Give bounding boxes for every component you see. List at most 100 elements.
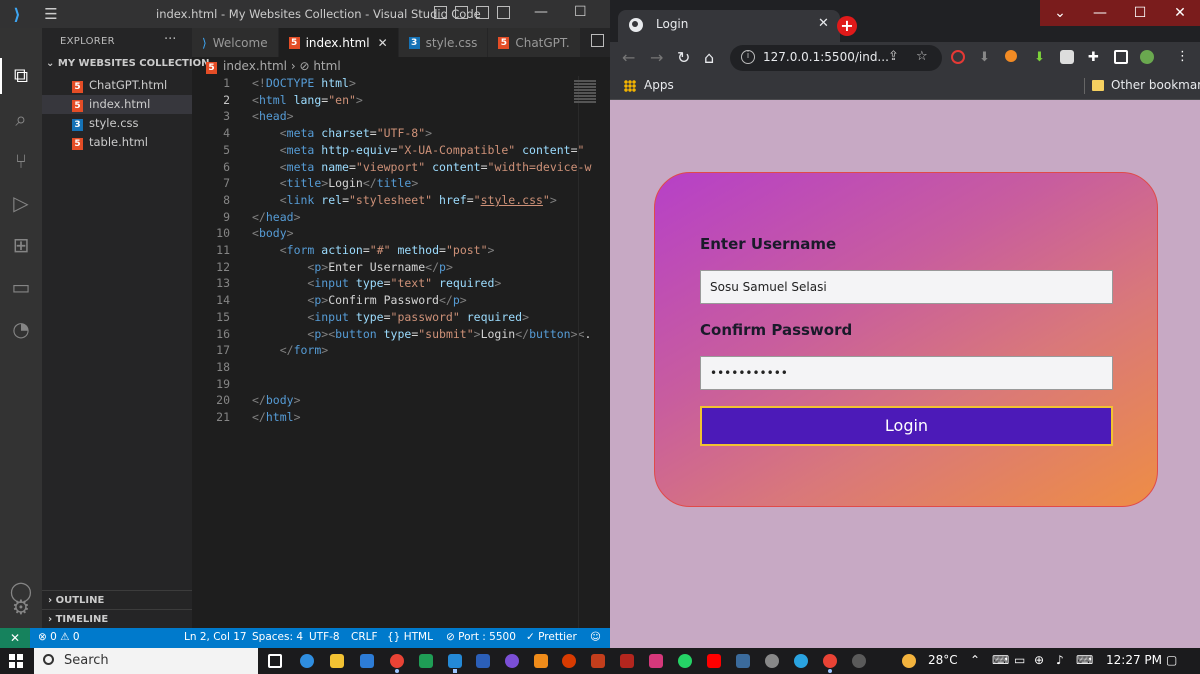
more-actions-icon[interactable]: ··· (164, 32, 176, 47)
home-icon[interactable]: ⌂ (704, 48, 714, 67)
line-ending[interactable]: CRLF (351, 631, 378, 643)
settings-gear-icon[interactable]: ⚙ (8, 594, 34, 620)
encoding[interactable]: UTF-8 (309, 631, 340, 643)
file-item-index[interactable]: 5 index.html (42, 95, 192, 114)
powerpoint-icon[interactable] (591, 654, 605, 668)
maximize-icon[interactable]: ☐ (1120, 0, 1160, 26)
feedback-icon[interactable]: ☺ (590, 631, 601, 643)
chrome-taskbar-icon[interactable] (390, 654, 404, 668)
telegram-icon[interactable] (794, 654, 808, 668)
tab-chatgpt[interactable]: 5 ChatGPT. (488, 28, 581, 57)
word-icon[interactable] (476, 654, 490, 668)
file-item-style[interactable]: 3 style.css (42, 114, 192, 133)
weather-icon[interactable] (902, 654, 916, 668)
breadcrumb-node[interactable]: html (313, 59, 340, 73)
minimap[interactable] (574, 80, 596, 116)
extension-off-icon[interactable] (1060, 50, 1074, 64)
sidebar-panel-icon[interactable] (1114, 50, 1128, 64)
file-explorer-icon[interactable] (330, 654, 344, 668)
chrome-active-icon[interactable] (852, 654, 866, 668)
source-control-icon[interactable]: ⑂ (8, 148, 34, 174)
download-extension-icon[interactable]: ⬇ (979, 50, 990, 65)
file-item-table[interactable]: 5 table.html (42, 133, 192, 152)
timeline-section[interactable]: › TIMELINE (42, 609, 192, 628)
task-view-icon[interactable] (268, 654, 282, 668)
photos-icon[interactable] (736, 654, 750, 668)
close-tab-icon[interactable]: ✕ (378, 36, 388, 50)
vlc-icon[interactable] (534, 654, 548, 668)
browser-tab-login[interactable]: Login ✕ (618, 10, 840, 42)
remote-explorer-icon[interactable]: ▭ (8, 274, 34, 300)
minimize-icon[interactable]: — (534, 4, 548, 20)
cursor-position[interactable]: Ln 2, Col 17 (184, 631, 247, 643)
battery-icon[interactable]: ▭ (1014, 653, 1025, 667)
extensions-puzzle-icon[interactable]: ✚ (1088, 50, 1099, 65)
edge-icon[interactable] (300, 654, 314, 668)
file-item-chatgpt[interactable]: 5 ChatGPT.html (42, 76, 192, 95)
prettier-status[interactable]: ✓ Prettier (526, 631, 577, 643)
bookmark-star-icon[interactable]: ☆ (916, 49, 928, 64)
youtube-icon[interactable] (707, 654, 721, 668)
close-tab-icon[interactable]: ✕ (818, 16, 829, 31)
excel-icon[interactable] (419, 654, 433, 668)
download-green-icon[interactable]: ⬇ (1034, 50, 1045, 65)
chrome-profile-icon[interactable] (823, 654, 837, 668)
obs-icon[interactable] (765, 654, 779, 668)
remote-indicator-icon[interactable]: ✕ (0, 628, 30, 648)
editor-scrollbar[interactable] (574, 76, 610, 628)
keyboard-icon[interactable]: ⌨ (1076, 653, 1093, 667)
language-mode[interactable]: {} HTML (387, 631, 433, 643)
back-icon[interactable]: ← (622, 48, 635, 67)
explorer-icon[interactable]: ⧉ (8, 62, 34, 88)
extension-orange-icon[interactable] (1005, 50, 1017, 62)
minimize-icon[interactable]: — (1080, 0, 1120, 26)
whatsapp-icon[interactable] (678, 654, 692, 668)
acrobat-icon[interactable] (620, 654, 634, 668)
toggle-panel-icon[interactable] (455, 6, 468, 19)
close-window-icon[interactable]: ✕ (1160, 0, 1200, 26)
username-input[interactable]: Sosu Samuel Selasi (700, 270, 1113, 304)
toggle-sidebar-icon[interactable] (434, 6, 447, 19)
customize-layout-icon[interactable] (497, 6, 510, 19)
address-bar[interactable]: i 127.0.0.1:5500/ind... ⇪ ☆ (730, 45, 942, 71)
notifications-icon[interactable]: ▢ (1166, 653, 1177, 667)
site-info-icon[interactable]: i (741, 50, 755, 64)
temperature[interactable]: 28°C (928, 653, 958, 667)
network-icon[interactable]: ⌨ (992, 653, 1009, 667)
problems-count[interactable]: ⊗ 0 ⚠ 0 (38, 631, 80, 643)
run-debug-icon[interactable]: ▷ (8, 190, 34, 216)
tab-style-css[interactable]: 3 style.css (398, 28, 489, 57)
volume-icon[interactable]: ♪ (1056, 653, 1064, 667)
forward-icon[interactable]: → (650, 48, 663, 67)
password-input[interactable]: ••••••••••• (700, 356, 1113, 390)
extensions-icon[interactable]: ⊞ (8, 232, 34, 258)
live-server-port[interactable]: ⊘ Port : 5500 (446, 631, 516, 643)
tab-welcome[interactable]: ⟩ Welcome (192, 28, 279, 57)
share-icon[interactable]: ⇪ (888, 49, 899, 64)
instagram-icon[interactable] (649, 654, 663, 668)
split-editor-icon[interactable] (591, 34, 604, 47)
windows-start-icon[interactable] (9, 654, 23, 668)
extension-red-icon[interactable] (951, 50, 965, 64)
bookmark-apps[interactable]: Apps (644, 78, 674, 92)
maximize-icon[interactable]: ☐ (574, 4, 587, 20)
toggle-secondary-sidebar-icon[interactable] (476, 6, 489, 19)
indentation[interactable]: Spaces: 4 (252, 631, 303, 643)
tray-overflow-icon[interactable]: ⌃ (970, 653, 980, 667)
outline-section[interactable]: › OUTLINE (42, 590, 192, 609)
hamburger-menu-icon[interactable]: ☰ (34, 5, 68, 23)
clock-time[interactable]: 12:27 PM (1106, 653, 1162, 667)
globe-language-icon[interactable]: ⊕ (1034, 653, 1044, 667)
new-tab-button[interactable]: + (837, 16, 857, 36)
search-icon[interactable]: ⌕ (8, 106, 34, 132)
profile-avatar[interactable] (1140, 50, 1154, 64)
reload-icon[interactable]: ↻ (677, 48, 690, 67)
vscode-taskbar-icon[interactable] (448, 654, 462, 668)
login-button[interactable]: Login (700, 406, 1113, 446)
edge-devtools-icon[interactable]: ◔ (8, 316, 34, 342)
tab-index-html[interactable]: 5 index.html ✕ (278, 28, 399, 57)
other-bookmarks[interactable]: Other bookmarks (1111, 78, 1200, 92)
chrome-menu-icon[interactable]: ⋮ (1176, 49, 1189, 64)
breadcrumb-file[interactable]: index.html (223, 59, 287, 73)
code-editor[interactable]: 1 2 3 4 5 6 7 8 9 10 11 12 13 14 15 16 17 18 19 20 21 <!DOCT… (192, 76, 610, 628)
